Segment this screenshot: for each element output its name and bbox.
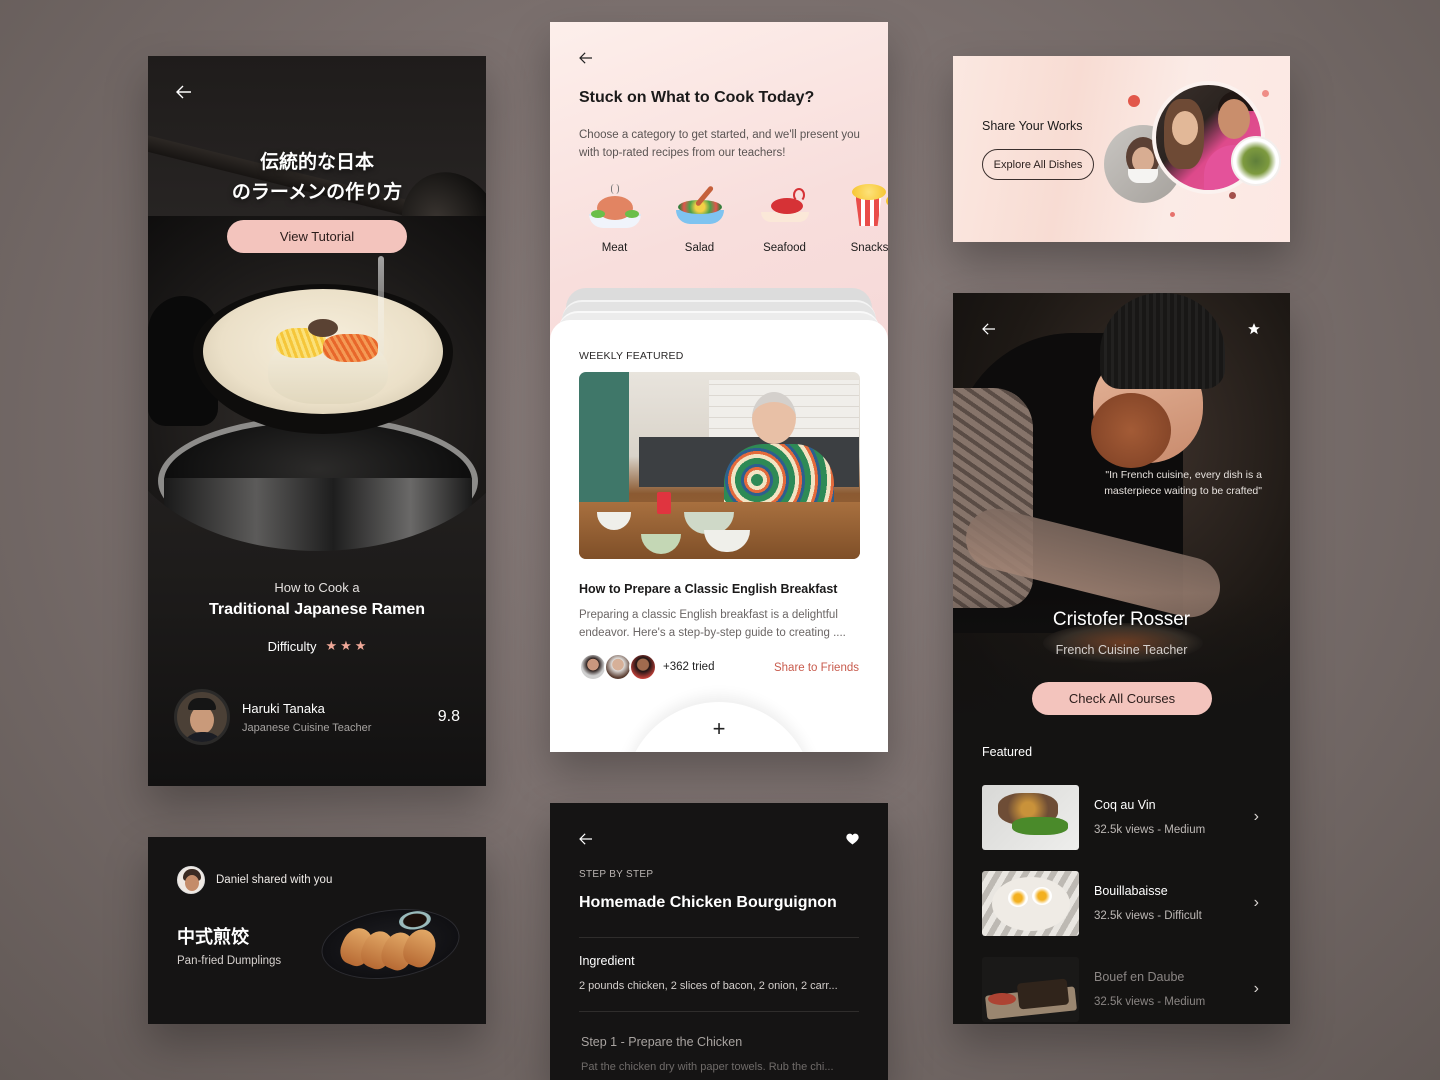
lobster-icon (757, 182, 813, 230)
difficulty-label: Difficulty (267, 638, 317, 654)
dish-thumbnail (982, 870, 1079, 936)
teacher-row[interactable]: Haruki Tanaka Japanese Cuisine Teacher 9… (174, 688, 460, 746)
teacher-avatar (174, 689, 230, 745)
star-icon: ★ (325, 638, 338, 653)
back-button[interactable] (574, 46, 598, 70)
featured-item[interactable]: Coq au Vin 32.5k views - Medium › (982, 784, 1267, 850)
back-button[interactable] (172, 80, 196, 104)
arrow-left-icon (579, 52, 592, 64)
explore-all-dishes-button[interactable]: Explore All Dishes (982, 149, 1094, 180)
tried-count: +362 tried (663, 661, 715, 673)
divider (579, 937, 859, 938)
category-seafood[interactable]: Seafood (742, 182, 827, 254)
featured-title[interactable]: How to Prepare a Classic English Breakfa… (579, 582, 837, 596)
plus-icon: + (712, 716, 726, 741)
recipe-title: Homemade Chicken Bourguignon (579, 894, 837, 911)
avatar (579, 653, 607, 681)
favorite-button[interactable] (840, 827, 864, 851)
share-to-friends-link[interactable]: Share to Friends (774, 662, 859, 674)
roast-chicken-icon (587, 182, 643, 230)
teacher-role: French Cuisine Teacher (1055, 643, 1188, 657)
step-description: Pat the chicken dry with paper towels. R… (581, 1061, 834, 1073)
category-meat[interactable]: Meat (572, 182, 657, 254)
salad-photo (1231, 136, 1281, 186)
shared-by-text: Daniel shared with you (216, 874, 333, 886)
ramen-tutorial-screen: 伝統的な日本 のラーメンの作り方 View Tutorial How to Co… (148, 56, 486, 786)
star-icon: ★ (354, 638, 367, 653)
chevron-right-icon: › (1253, 808, 1259, 825)
teacher-score: 9.8 (437, 708, 460, 725)
heart-icon (845, 833, 859, 845)
step-title[interactable]: Step 1 - Prepare the Chicken (581, 1035, 742, 1049)
category-list: Meat Salad Seafood Snacks (572, 182, 888, 254)
teacher-name: Cristofer Rosser (1052, 609, 1191, 630)
page-title: Stuck on What to Cook Today? (579, 89, 815, 106)
dish-name-english: Pan-fried Dumplings (177, 955, 282, 967)
recipe-title: Traditional Japanese Ramen (208, 601, 426, 618)
back-button[interactable] (977, 317, 1001, 341)
section-kicker: STEP BY STEP (579, 869, 654, 880)
avatar (629, 653, 657, 681)
shared-dish-card[interactable]: Daniel shared with you 中式煎饺 Pan-fried Du… (148, 837, 486, 1024)
category-snacks[interactable]: Snacks (827, 182, 888, 254)
salad-bowl-icon (672, 182, 728, 230)
popcorn-icon (842, 182, 888, 230)
avatar (604, 653, 632, 681)
divider (579, 1011, 859, 1012)
discover-screen: Stuck on What to Cook Today? Choose a ca… (550, 22, 888, 752)
dish-thumbnail (982, 784, 1079, 850)
section-label: WEEKLY FEATURED (579, 350, 684, 362)
teacher-role: Japanese Cuisine Teacher (242, 721, 372, 734)
teacher-name: Haruki Tanaka (242, 700, 325, 716)
featured-heading: Featured (982, 745, 1033, 759)
featured-recipe-image[interactable] (579, 372, 860, 559)
star-icon (1248, 323, 1260, 335)
chevron-right-icon: › (1253, 894, 1259, 911)
favorite-button[interactable] (1242, 317, 1266, 341)
recipe-subtitle: How to Cook a (274, 580, 360, 595)
arrow-left-icon (579, 833, 592, 845)
tried-by: +362 tried (579, 653, 714, 681)
add-button[interactable]: + (624, 702, 814, 752)
back-button[interactable] (574, 827, 598, 851)
star-icon: ★ (340, 638, 352, 653)
view-tutorial-button[interactable]: View Tutorial (227, 220, 407, 253)
page-description: Choose a category to get started, and we… (579, 129, 860, 159)
featured-item[interactable]: Bouillabaisse 32.5k views - Difficult › (982, 870, 1267, 936)
category-salad[interactable]: Salad (657, 182, 742, 254)
featured-description: Preparing a classic English breakfast is… (579, 609, 846, 639)
arrow-left-icon (982, 323, 995, 335)
ingredient-heading: Ingredient (579, 954, 635, 968)
chevron-right-icon: › (1253, 980, 1259, 997)
share-works-banner: Share Your Works Explore All Dishes (953, 56, 1290, 242)
dish-thumbnail (982, 956, 1079, 1022)
teacher-profile-screen: "In French cuisine, every dish is a mast… (953, 293, 1290, 1024)
ingredient-list[interactable]: 2 pounds chicken, 2 slices of bacon, 2 o… (579, 980, 864, 992)
teacher-quote: "In French cuisine, every dish is a mast… (1104, 469, 1262, 497)
weekly-featured-card: WEEKLY FEATURED How to Prepare a Classic… (550, 320, 888, 752)
check-all-courses-button[interactable]: Check All Courses (1032, 682, 1212, 715)
banner-title: Share Your Works (982, 119, 1083, 133)
dish-name-chinese: 中式煎饺 (177, 927, 249, 947)
arrow-left-icon (176, 85, 191, 99)
sharer-avatar (177, 866, 205, 894)
step-by-step-screen: STEP BY STEP Homemade Chicken Bourguigno… (550, 803, 888, 1080)
difficulty-stars: ★ ★ ★ (322, 638, 366, 654)
hero-title: 伝統的な日本 のラーメンの作り方 (231, 152, 403, 203)
ramen-photo (148, 216, 486, 551)
featured-item[interactable]: Bouef en Daube 32.5k views - Medium › (982, 956, 1267, 1022)
difficulty-rating: Difficulty ★ ★ ★ (148, 638, 486, 654)
dumplings-image[interactable] (316, 900, 465, 988)
